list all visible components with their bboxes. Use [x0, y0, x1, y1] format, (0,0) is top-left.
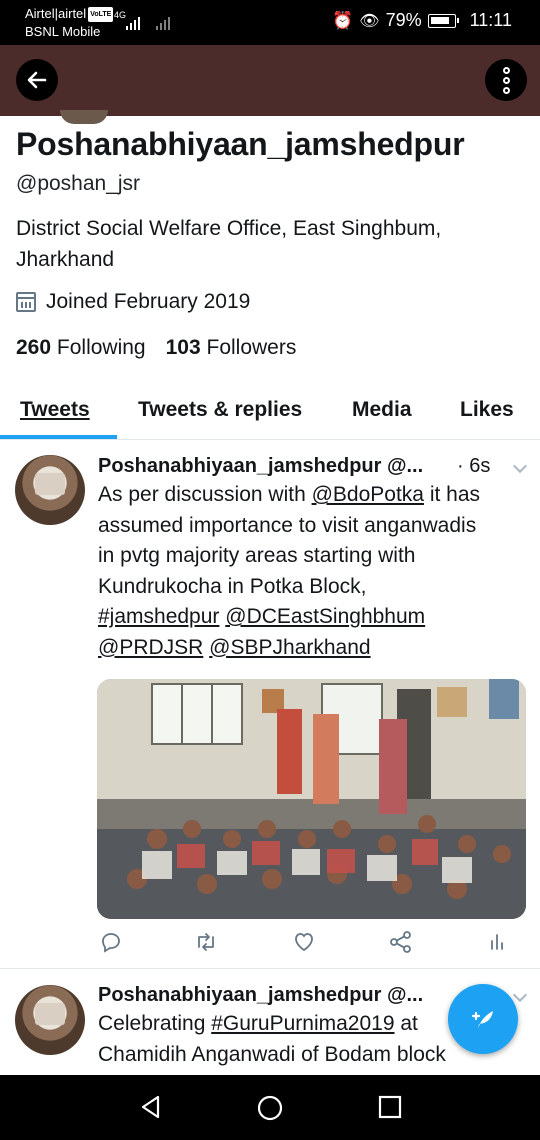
- profile-bio: District Social Welfare Office, East Sin…: [16, 217, 442, 271]
- chevron-down-icon[interactable]: [512, 987, 528, 1003]
- nav-back-icon[interactable]: [138, 1094, 164, 1120]
- tweet-avatar[interactable]: [15, 985, 85, 1055]
- status-right: ⏰ 👁 79% 11:11: [332, 10, 512, 31]
- overflow-menu-button[interactable]: [485, 59, 527, 101]
- share-icon[interactable]: [388, 929, 414, 955]
- tweet-author: Poshanabhiyaan_jamshedpur @...: [98, 984, 424, 1006]
- calendar-icon: [16, 292, 36, 312]
- tab-tweets-replies[interactable]: Tweets & replies: [138, 398, 302, 422]
- compose-feather-icon: [471, 1011, 493, 1029]
- signal-strength-icon: 4G: [114, 10, 140, 32]
- nav-home-icon[interactable]: [256, 1094, 284, 1122]
- chevron-down-icon[interactable]: [512, 458, 528, 474]
- tab-media[interactable]: Media: [352, 398, 412, 422]
- following-link[interactable]: 260 Following: [16, 336, 146, 360]
- carrier-name-primary: Airtel|airtel VoLTE: [25, 6, 114, 22]
- active-tab-indicator: [0, 435, 117, 439]
- eye-comfort-icon: 👁: [359, 12, 380, 30]
- retweet-icon[interactable]: [193, 929, 219, 955]
- mention-link[interactable]: @PRDJSR: [98, 636, 203, 659]
- follow-stats: 260 Following 103 Followers: [16, 336, 296, 360]
- profile-tabs: Tweets Tweets & replies Media Likes: [0, 388, 540, 440]
- joined-date: Joined February 2019: [16, 290, 250, 314]
- clock: 11:11: [469, 10, 512, 30]
- like-heart-icon[interactable]: [291, 929, 317, 955]
- tab-likes[interactable]: Likes: [460, 398, 514, 422]
- alarm-icon: ⏰: [332, 10, 354, 30]
- carrier-name-secondary: BSNL Mobile: [25, 24, 101, 39]
- tweet-author: Poshanabhiyaan_jamshedpur @...: [98, 455, 424, 477]
- tweet-avatar[interactable]: [15, 455, 85, 525]
- status-bar: Airtel|airtel VoLTE BSNL Mobile 4G ⏰ 👁 79…: [0, 0, 540, 45]
- system-navigation-bar: [0, 1075, 540, 1140]
- profile-header-banner: [0, 45, 540, 116]
- back-button[interactable]: [16, 59, 58, 101]
- mention-link[interactable]: @SBPJharkhand: [209, 636, 370, 659]
- tweet-photo[interactable]: [97, 679, 526, 919]
- mention-link[interactable]: @DCEastSinghbhum: [225, 605, 425, 628]
- tab-tweets[interactable]: Tweets: [20, 398, 90, 422]
- profile-handle: @poshan_jsr: [16, 172, 141, 195]
- hashtag-link[interactable]: #jamshedpur: [98, 605, 219, 628]
- tweet-text: As per discussion with @BdoPotka it has …: [98, 483, 481, 659]
- signal-strength-icon-2: [156, 12, 170, 32]
- hashtag-link[interactable]: #GuruPurnima2019: [211, 1012, 394, 1035]
- tweet-actions: [0, 929, 540, 959]
- mention-link[interactable]: @BdoPotka: [312, 483, 424, 506]
- profile-name: Poshanabhiyaan_jamshedpur: [16, 126, 465, 162]
- battery-icon: [427, 13, 459, 28]
- reply-icon[interactable]: [98, 929, 124, 955]
- analytics-icon[interactable]: [484, 929, 510, 955]
- compose-tweet-button[interactable]: [448, 984, 518, 1054]
- nav-recents-icon[interactable]: [378, 1095, 402, 1119]
- back-arrow-icon: [27, 71, 47, 89]
- tweet[interactable]: Poshanabhiyaan_jamshedpur @... · 6s As p…: [0, 441, 540, 969]
- more-vertical-icon: [502, 66, 510, 94]
- tweet-timestamp: · 6s: [457, 455, 491, 477]
- followers-link[interactable]: 103 Followers: [166, 336, 297, 360]
- classroom-photo-image: [97, 679, 526, 919]
- profile-avatar[interactable]: [60, 110, 108, 124]
- battery-percent: 79%: [385, 10, 422, 30]
